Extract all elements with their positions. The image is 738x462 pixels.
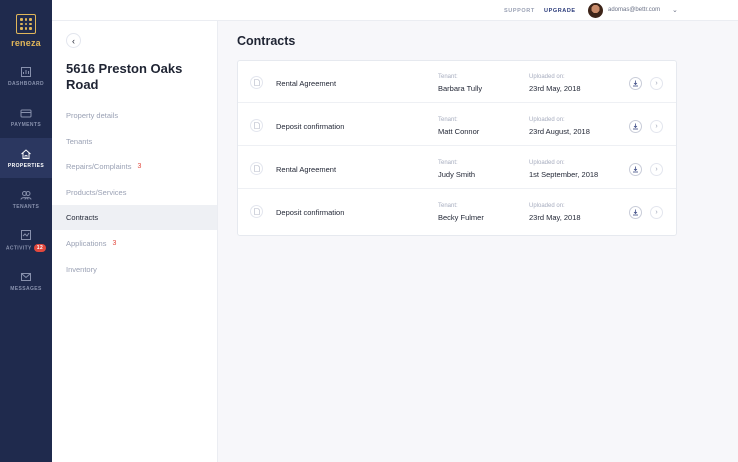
nav-label-activity: ACTIVITY 12 bbox=[6, 243, 47, 252]
nav-label-dashboard: DASHBOARD bbox=[7, 80, 45, 87]
activity-icon bbox=[21, 229, 31, 240]
open-contract-button[interactable]: › bbox=[650, 77, 663, 90]
subnav-item-tenants[interactable]: Tenants bbox=[52, 129, 217, 154]
uploaded-date: 1st September, 2018 bbox=[529, 170, 599, 179]
tenant-name: Barbara Tully bbox=[438, 84, 483, 93]
payments-icon bbox=[20, 109, 32, 117]
contracts-list: Rental Agreement Tenant: Barbara Tully U… bbox=[237, 60, 677, 236]
document-icon bbox=[250, 205, 263, 218]
contract-row[interactable]: Rental Agreement Tenant: Barbara Tully U… bbox=[238, 61, 676, 103]
repairs-count: 3 bbox=[137, 163, 142, 170]
back-button[interactable]: ‹ bbox=[66, 33, 81, 48]
top-bar: SUPPORT UPGRADE adomas@bettr.com ⌄ bbox=[52, 0, 738, 21]
nav-label-messages: MESSAGES bbox=[10, 285, 42, 292]
user-email[interactable]: adomas@bettr.com bbox=[608, 7, 660, 13]
chevron-right-icon: › bbox=[655, 166, 658, 173]
tenant-name: Becky Fulmer bbox=[438, 213, 484, 222]
nav-item-properties[interactable]: PROPERTIES bbox=[0, 138, 52, 178]
tenant-name: Matt Connor bbox=[438, 127, 480, 136]
download-icon bbox=[633, 123, 638, 130]
document-icon bbox=[250, 76, 263, 89]
download-icon bbox=[633, 209, 638, 216]
contract-row[interactable]: Deposit confirmation Tenant: Becky Fulme… bbox=[238, 190, 676, 232]
chevron-left-icon: ‹ bbox=[72, 35, 75, 46]
logo-grid-icon bbox=[16, 14, 36, 34]
open-contract-button[interactable]: › bbox=[650, 206, 663, 219]
tenant-label: Tenant: bbox=[438, 160, 458, 166]
main-nav: reneza DASHBOARD PAYMENTS PROPERTIES TEN… bbox=[0, 0, 52, 462]
open-contract-button[interactable]: › bbox=[650, 120, 663, 133]
chevron-right-icon: › bbox=[655, 209, 658, 216]
contract-name: Rental Agreement bbox=[276, 165, 337, 174]
uploaded-date: 23rd May, 2018 bbox=[529, 84, 581, 93]
subnav-item-inventory[interactable]: Inventory bbox=[52, 257, 217, 282]
contract-name: Rental Agreement bbox=[276, 79, 337, 88]
home-icon bbox=[21, 148, 31, 159]
subnav-item-applications[interactable]: Applications 3 bbox=[52, 231, 217, 256]
download-icon bbox=[633, 166, 638, 173]
nav-item-messages[interactable]: MESSAGES bbox=[0, 261, 52, 301]
tenant-label: Tenant: bbox=[438, 203, 458, 209]
uploaded-label: Uploaded on: bbox=[529, 203, 565, 209]
property-title: 5616 Preston Oaks Road bbox=[66, 61, 183, 92]
property-sidebar: ‹ 5616 Preston Oaks Road Property detail… bbox=[52, 21, 218, 462]
download-button[interactable] bbox=[629, 163, 642, 176]
nav-item-dashboard[interactable]: DASHBOARD bbox=[0, 56, 52, 96]
activity-badge: 12 bbox=[33, 243, 47, 252]
nav-label-payments: PAYMENTS bbox=[10, 121, 42, 128]
subnav-item-contracts[interactable]: Contracts bbox=[52, 205, 217, 230]
nav-label-properties: PROPERTIES bbox=[7, 162, 45, 169]
subnav-item-products[interactable]: Products/Services bbox=[52, 180, 217, 205]
nav-item-tenants[interactable]: TENANTS bbox=[0, 179, 52, 219]
subnav-item-property-details[interactable]: Property details bbox=[52, 103, 217, 128]
applications-count: 3 bbox=[112, 240, 117, 247]
messages-icon bbox=[21, 272, 31, 281]
document-icon bbox=[250, 119, 263, 132]
tenants-icon bbox=[20, 190, 32, 200]
uploaded-label: Uploaded on: bbox=[529, 74, 565, 80]
download-button[interactable] bbox=[629, 77, 642, 90]
download-button[interactable] bbox=[629, 120, 642, 133]
contract-row[interactable]: Deposit confirmation Tenant: Matt Connor… bbox=[238, 104, 676, 146]
download-icon bbox=[633, 80, 638, 87]
uploaded-date: 23rd August, 2018 bbox=[529, 127, 590, 136]
contract-row[interactable]: Rental Agreement Tenant: Judy Smith Uplo… bbox=[238, 147, 676, 189]
download-button[interactable] bbox=[629, 206, 642, 219]
app-logo[interactable]: reneza bbox=[0, 0, 52, 56]
page-title: Contracts bbox=[237, 34, 296, 48]
uploaded-label: Uploaded on: bbox=[529, 117, 565, 123]
tenant-label: Tenant: bbox=[438, 74, 458, 80]
contract-name: Deposit confirmation bbox=[276, 122, 345, 131]
uploaded-label: Uploaded on: bbox=[529, 160, 565, 166]
contract-name: Deposit confirmation bbox=[276, 208, 345, 217]
nav-item-payments[interactable]: PAYMENTS bbox=[0, 97, 52, 137]
logo-text: reneza bbox=[11, 38, 41, 48]
chevron-down-icon[interactable]: ⌄ bbox=[672, 6, 678, 14]
document-icon bbox=[250, 162, 263, 175]
avatar[interactable] bbox=[588, 3, 603, 18]
subnav-item-repairs[interactable]: Repairs/Complaints 3 bbox=[52, 154, 217, 179]
chevron-right-icon: › bbox=[655, 123, 658, 130]
open-contract-button[interactable]: › bbox=[650, 163, 663, 176]
tenant-name: Judy Smith bbox=[438, 170, 476, 179]
support-link[interactable]: SUPPORT bbox=[504, 8, 535, 14]
tenant-label: Tenant: bbox=[438, 117, 458, 123]
upgrade-link[interactable]: UPGRADE bbox=[544, 8, 576, 14]
nav-item-activity[interactable]: ACTIVITY 12 bbox=[0, 220, 52, 260]
uploaded-date: 23rd May, 2018 bbox=[529, 213, 581, 222]
chevron-right-icon: › bbox=[655, 80, 658, 87]
dashboard-icon bbox=[21, 66, 31, 77]
nav-label-tenants: TENANTS bbox=[12, 203, 40, 210]
